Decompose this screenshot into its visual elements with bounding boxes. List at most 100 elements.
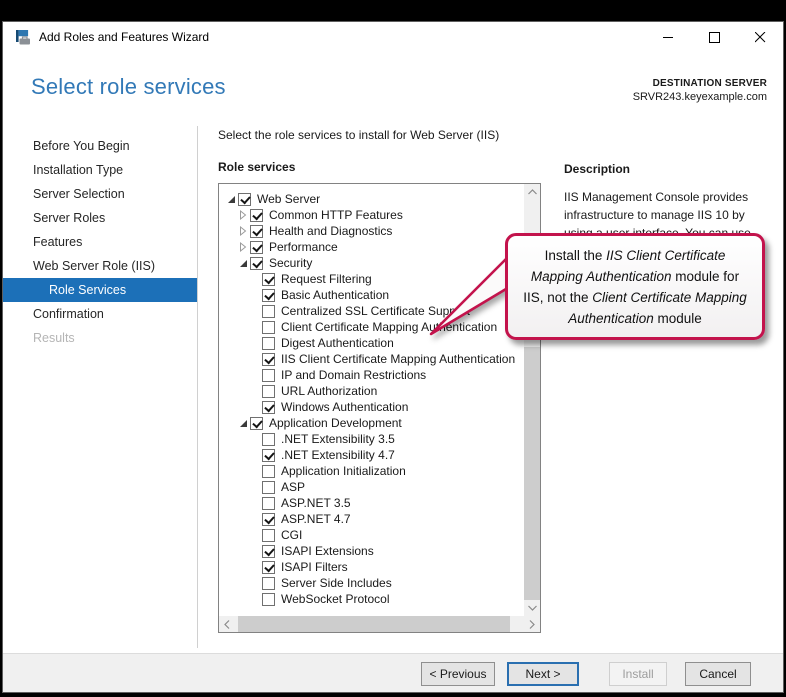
checkbox-asp-net-4-7[interactable]: [262, 513, 275, 526]
checkbox-windows-authentication[interactable]: [262, 401, 275, 414]
tree-item-common-http-features[interactable]: Common HTTP Features: [219, 207, 524, 223]
sidebar-item-confirmation[interactable]: Confirmation: [3, 302, 197, 326]
sidebar-item-web-server-role-iis[interactable]: Web Server Role (IIS): [3, 254, 197, 278]
checkbox-isapi-filters[interactable]: [262, 561, 275, 574]
tree-item-label: Security: [269, 256, 312, 270]
checkbox-net-extensibility-4-7[interactable]: [262, 449, 275, 462]
checkbox-net-extensibility-3-5[interactable]: [262, 433, 275, 446]
checkbox-url-authorization[interactable]: [262, 385, 275, 398]
close-button[interactable]: [737, 22, 783, 52]
screenshot-stage: Add Roles and Features Wizard Select rol…: [0, 0, 786, 697]
minimize-button[interactable]: [645, 22, 691, 52]
tree-item-label: Web Server: [257, 192, 320, 206]
callout-plain: Install the: [545, 248, 607, 263]
scroll-left-button[interactable]: [219, 616, 235, 632]
expander-expanded-icon[interactable]: [237, 417, 249, 429]
checkbox-common-http-features[interactable]: [250, 209, 263, 222]
tree-item-label: .NET Extensibility 3.5: [281, 432, 395, 446]
checkbox-asp[interactable]: [262, 481, 275, 494]
sidebar-item-features[interactable]: Features: [3, 230, 197, 254]
tree-item-label: Performance: [269, 240, 338, 254]
expander-collapsed-icon[interactable]: [237, 241, 249, 253]
chevron-down-icon: [528, 605, 537, 611]
previous-button[interactable]: < Previous: [421, 662, 495, 686]
tree-item-application-development[interactable]: Application Development: [219, 415, 524, 431]
sidebar-item-before-you-begin[interactable]: Before You Begin: [3, 134, 197, 158]
checkbox-centralized-ssl-certificate-support[interactable]: [262, 305, 275, 318]
install-button: Install: [609, 662, 667, 686]
callout-text: Install the IIS Client Certificate Mappi…: [520, 245, 750, 329]
sidebar-item-server-roles[interactable]: Server Roles: [3, 206, 197, 230]
checkbox-security[interactable]: [250, 257, 263, 270]
expander-expanded-icon[interactable]: [237, 257, 249, 269]
expander-collapsed-icon[interactable]: [237, 225, 249, 237]
maximize-button[interactable]: [691, 22, 737, 52]
checkbox-client-certificate-mapping-authentication[interactable]: [262, 321, 275, 334]
minimize-icon: [663, 32, 674, 43]
checkbox-websocket-protocol[interactable]: [262, 593, 275, 606]
chevron-left-icon: [224, 620, 230, 629]
checkbox-basic-authentication[interactable]: [262, 289, 275, 302]
tree-item-label: ASP.NET 4.7: [281, 512, 351, 526]
tree-item-label: Digest Authentication: [281, 336, 394, 350]
tree-item-server-side-includes[interactable]: Server Side Includes: [219, 575, 524, 591]
tree-item-label: Basic Authentication: [281, 288, 389, 302]
checkbox-isapi-extensions[interactable]: [262, 545, 275, 558]
checkbox-health-and-diagnostics[interactable]: [250, 225, 263, 238]
annotation-callout: Install the IIS Client Certificate Mappi…: [505, 233, 765, 340]
tree-item-application-initialization[interactable]: Application Initialization: [219, 463, 524, 479]
chevron-up-icon: [528, 189, 537, 195]
tree-item-label: .NET Extensibility 4.7: [281, 448, 395, 462]
scroll-down-button[interactable]: [524, 600, 540, 616]
tree-item-isapi-extensions[interactable]: ISAPI Extensions: [219, 543, 524, 559]
checkbox-request-filtering[interactable]: [262, 273, 275, 286]
tree-item-label: ISAPI Filters: [281, 560, 348, 574]
tree-item-label: ISAPI Extensions: [281, 544, 374, 558]
tree-item-net-extensibility-4-7[interactable]: .NET Extensibility 4.7: [219, 447, 524, 463]
horizontal-scrollbar[interactable]: [219, 616, 540, 632]
checkbox-iis-client-certificate-mapping-authentication[interactable]: [262, 353, 275, 366]
expander-collapsed-icon[interactable]: [237, 209, 249, 221]
sidebar-item-server-selection[interactable]: Server Selection: [3, 182, 197, 206]
vertical-scrollbar-thumb[interactable]: [524, 347, 540, 600]
sidebar-item-installation-type[interactable]: Installation Type: [3, 158, 197, 182]
tree-item-label: Windows Authentication: [281, 400, 408, 414]
tree-item-asp-net-4-7[interactable]: ASP.NET 4.7: [219, 511, 524, 527]
tree-item-web-server[interactable]: Web Server: [219, 191, 524, 207]
checkbox-asp-net-3-5[interactable]: [262, 497, 275, 510]
tree-item-windows-authentication[interactable]: Windows Authentication: [219, 399, 524, 415]
sidebar-item-role-services[interactable]: Role Services: [3, 278, 197, 302]
tree-item-asp[interactable]: ASP: [219, 479, 524, 495]
scroll-right-button[interactable]: [524, 616, 540, 632]
tree-item-url-authorization[interactable]: URL Authorization: [219, 383, 524, 399]
checkbox-web-server[interactable]: [238, 193, 251, 206]
next-button[interactable]: Next >: [507, 662, 579, 686]
tree-item-label: Server Side Includes: [281, 576, 392, 590]
tree-item-ip-and-domain-restrictions[interactable]: IP and Domain Restrictions: [219, 367, 524, 383]
cancel-button[interactable]: Cancel: [685, 662, 751, 686]
checkbox-application-initialization[interactable]: [262, 465, 275, 478]
tree-item-cgi[interactable]: CGI: [219, 527, 524, 543]
checkbox-application-development[interactable]: [250, 417, 263, 430]
chevron-right-icon: [529, 620, 535, 629]
checkbox-cgi[interactable]: [262, 529, 275, 542]
server-manager-icon: [15, 29, 32, 46]
tree-item-isapi-filters[interactable]: ISAPI Filters: [219, 559, 524, 575]
checkbox-performance[interactable]: [250, 241, 263, 254]
checkbox-digest-authentication[interactable]: [262, 337, 275, 350]
title-bar[interactable]: Add Roles and Features Wizard: [3, 22, 783, 52]
window-title: Add Roles and Features Wizard: [39, 22, 209, 52]
footer-bar: < Previous Next > Install Cancel: [3, 653, 783, 692]
instruction-text: Select the role services to install for …: [218, 128, 499, 142]
tree-item-websocket-protocol[interactable]: WebSocket Protocol: [219, 591, 524, 607]
destination-server-label: DESTINATION SERVER: [633, 78, 767, 89]
tree-item-label: ASP: [281, 480, 305, 494]
tree-item-asp-net-3-5[interactable]: ASP.NET 3.5: [219, 495, 524, 511]
destination-server-name: SRVR243.keyexample.com: [633, 91, 767, 103]
tree-item-net-extensibility-3-5[interactable]: .NET Extensibility 3.5: [219, 431, 524, 447]
scroll-up-button[interactable]: [524, 184, 540, 200]
expander-expanded-icon[interactable]: [225, 193, 237, 205]
checkbox-ip-and-domain-restrictions[interactable]: [262, 369, 275, 382]
checkbox-server-side-includes[interactable]: [262, 577, 275, 590]
horizontal-scrollbar-thumb[interactable]: [238, 616, 510, 632]
